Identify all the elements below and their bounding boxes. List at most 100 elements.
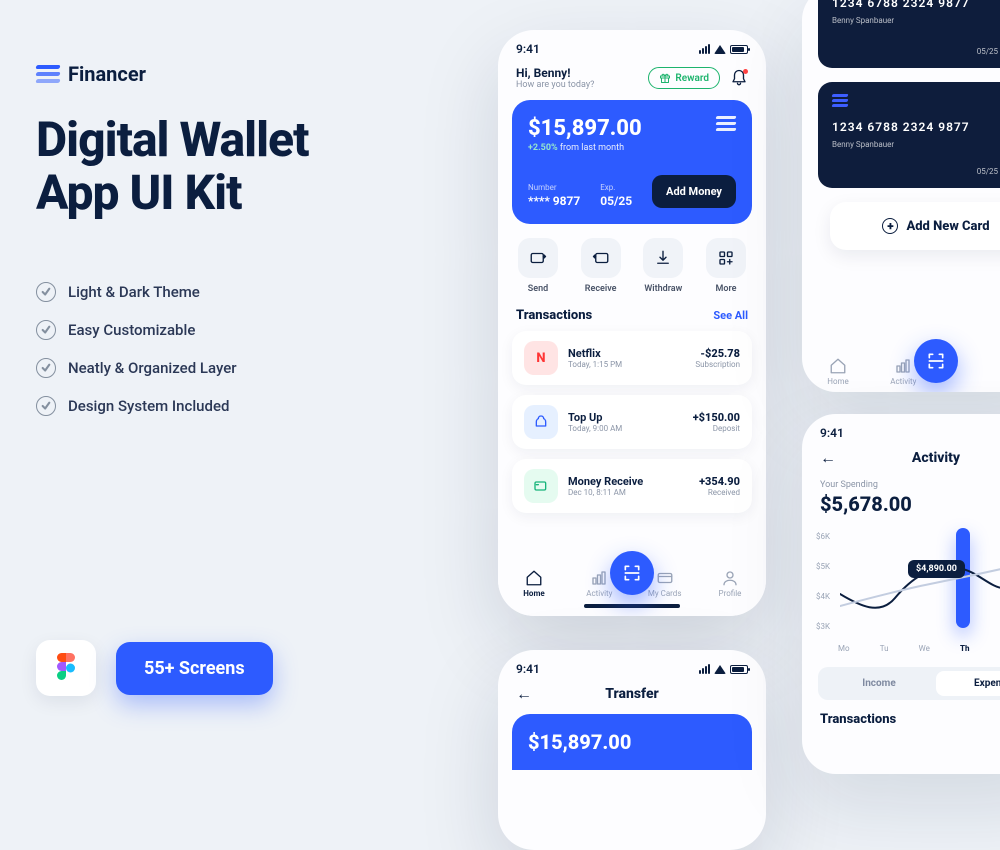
transaction-row[interactable]: Top UpToday, 9:00 AM +$150.00Deposit <box>512 395 752 449</box>
scan-icon <box>926 351 946 371</box>
transactions-heading: Transactions <box>820 712 896 727</box>
notification-dot <box>743 69 748 74</box>
feature-label: Easy Customizable <box>68 321 195 339</box>
quick-send-button[interactable]: Send <box>518 238 558 294</box>
check-icon <box>36 358 56 378</box>
figma-badge <box>36 640 96 696</box>
transaction-row[interactable]: N NetflixToday, 1:15 PM -$25.78Subscript… <box>512 331 752 385</box>
balance-amount: $15,897.00 <box>528 116 736 141</box>
seg-expense[interactable]: Expense <box>936 671 1000 696</box>
topup-icon <box>524 405 558 439</box>
income-expense-toggle[interactable]: Income Expense <box>818 667 1000 700</box>
txn-kind: Received <box>699 488 740 497</box>
quick-withdraw-button[interactable]: Withdraw <box>643 238 683 294</box>
transfer-screen: 9:41 ← Transfer $15,897.00 <box>498 650 766 850</box>
card-number-label: Number <box>528 183 580 192</box>
card-holder: Benny Spanbauer <box>832 16 1000 25</box>
feature-item: Design System Included <box>36 396 456 416</box>
txn-amount: -$25.78 <box>695 347 740 360</box>
screens-count-button[interactable]: 55+ Screens <box>116 642 273 695</box>
plus-icon: + <box>882 218 898 234</box>
seg-income[interactable]: Income <box>822 671 936 696</box>
activity-screen: 9:41 ← Activity Your Spending $5,678.00 … <box>802 414 1000 774</box>
notifications-button[interactable] <box>730 69 748 87</box>
page-title: Transfer <box>605 686 659 702</box>
profile-icon <box>721 569 739 587</box>
quick-receive-button[interactable]: Receive <box>581 238 621 294</box>
withdraw-icon <box>654 249 672 267</box>
hero-headline-line2: App UI Kit <box>36 167 456 220</box>
scan-fab-button[interactable] <box>610 551 654 595</box>
tab-home[interactable]: Home <box>816 357 860 386</box>
scan-fab-button[interactable] <box>914 339 958 383</box>
txn-amount: +354.90 <box>699 475 740 488</box>
tab-profile[interactable]: Profile <box>708 569 752 598</box>
add-money-button[interactable]: Add Money <box>652 175 736 208</box>
txn-date: Today, 9:00 AM <box>568 424 683 433</box>
home-icon <box>829 357 847 375</box>
check-icon <box>36 396 56 416</box>
home-icon <box>525 569 543 587</box>
page-title: Activity <box>912 450 960 466</box>
status-indicators <box>699 44 748 54</box>
quick-label: More <box>715 284 736 294</box>
back-button[interactable]: ← <box>820 448 836 468</box>
txn-amount: +$150.00 <box>693 411 740 424</box>
see-all-link[interactable]: See All <box>713 309 748 322</box>
brand-logo-icon <box>716 116 736 134</box>
transactions-heading: Transactions <box>516 308 592 323</box>
reward-label: Reward <box>675 73 709 84</box>
y-tick: $6K <box>816 532 830 541</box>
balance-amount: $15,897.00 <box>528 730 736 754</box>
txn-kind: Deposit <box>693 424 740 433</box>
home-screen: 9:41 Hi, Benny! How are you today? Rewar… <box>498 30 766 616</box>
balance-card: $15,897.00 +2.50% from last month Number… <box>512 100 752 224</box>
brand-logo-icon <box>832 94 848 109</box>
add-card-label: Add New Card <box>906 219 989 234</box>
spending-label: Your Spending <box>802 480 1000 490</box>
brand-name: Financer <box>68 62 146 86</box>
home-indicator <box>584 604 680 608</box>
card-icon <box>656 569 674 587</box>
feature-item: Neatly & Organized Layer <box>36 358 456 378</box>
cellular-icon <box>699 44 710 54</box>
more-icon <box>717 249 735 267</box>
quick-label: Receive <box>585 284 617 294</box>
status-indicators <box>699 664 748 674</box>
brand-logo-icon <box>36 65 60 83</box>
x-tick: We <box>919 644 930 653</box>
check-icon <box>36 320 56 340</box>
activity-icon <box>894 357 912 375</box>
y-tick: $3K <box>816 622 830 631</box>
balance-delta: +2.50% from last month <box>528 143 736 153</box>
add-card-button[interactable]: + Add New Card <box>830 202 1000 250</box>
greeting-subtitle: How are you today? <box>516 80 594 90</box>
txn-date: Today, 1:15 PM <box>568 360 685 369</box>
back-button[interactable]: ← <box>516 684 532 704</box>
card-expiry: 05/25 <box>977 167 998 176</box>
txn-name: Money Receive <box>568 475 689 488</box>
status-time: 9:41 <box>516 42 540 56</box>
transaction-row[interactable]: Money ReceiveDec 10, 8:11 AM +354.90Rece… <box>512 459 752 513</box>
send-icon <box>529 249 547 267</box>
txn-name: Netflix <box>568 347 685 360</box>
hero-headline: Digital Wallet App UI Kit <box>36 114 456 220</box>
activity-icon <box>590 569 608 587</box>
feature-label: Light & Dark Theme <box>68 283 200 301</box>
tab-home[interactable]: Home <box>512 569 556 598</box>
card-exp-value: 05/25 <box>600 194 632 208</box>
tab-bar: Home Activity My Cards Profile <box>498 561 766 616</box>
quick-label: Withdraw <box>644 284 682 294</box>
credit-card[interactable]: ⟫ 1234 6788 2324 9877 Benny Spanbauer 05… <box>818 82 1000 188</box>
credit-card[interactable]: 1234 6788 2324 9877 Benny Spanbauer 05/2… <box>818 0 1000 68</box>
quick-more-button[interactable]: More <box>706 238 746 294</box>
tab-bar: Home Activity My Cards <box>802 349 1000 386</box>
txn-kind: Subscription <box>695 360 740 369</box>
receive-money-icon <box>524 469 558 503</box>
card-exp-label: Exp. <box>600 183 632 192</box>
scan-icon <box>622 563 642 583</box>
status-bar: 9:41 <box>802 414 1000 444</box>
wifi-icon <box>714 45 726 54</box>
reward-button[interactable]: Reward <box>648 67 720 89</box>
status-time: 9:41 <box>820 426 844 440</box>
